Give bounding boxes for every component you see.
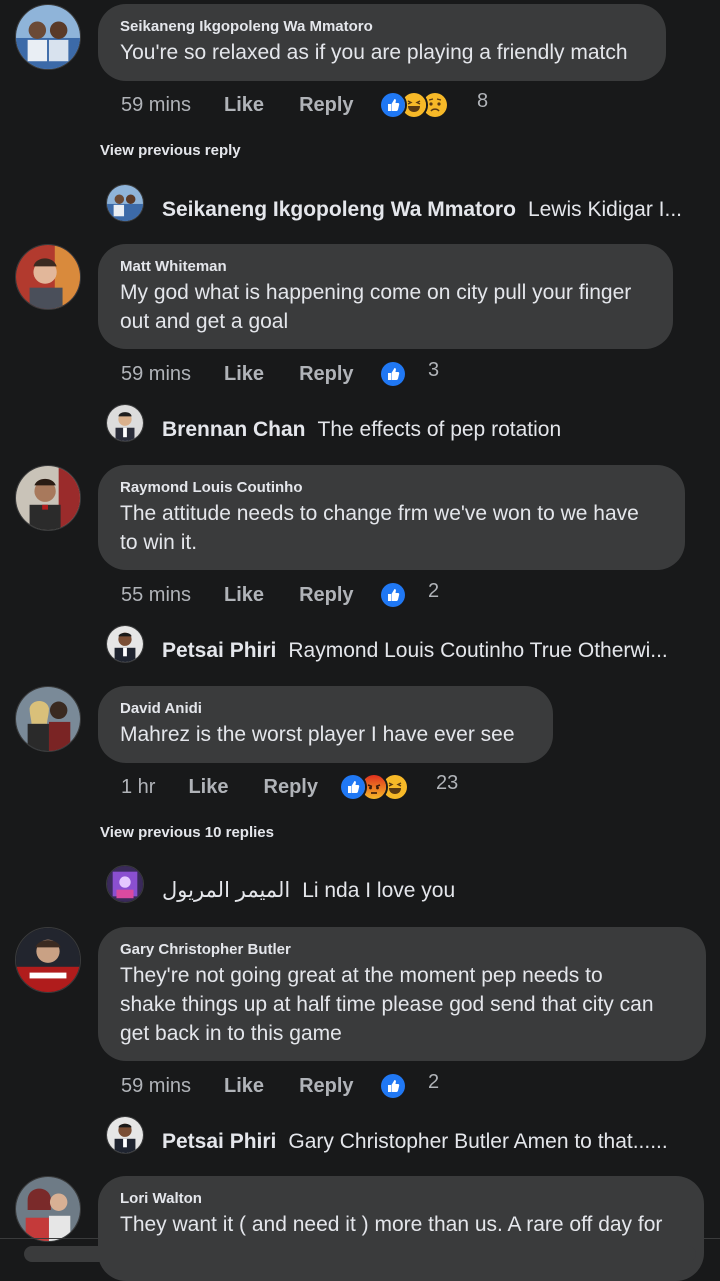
reply-author[interactable]: Seikaneng Ikgopoleng Wa Mmatoro: [162, 198, 516, 221]
comment-time[interactable]: 1 hr: [121, 776, 155, 799]
avatar[interactable]: [106, 404, 144, 442]
comment-text: My god what is happening come on city pu…: [120, 281, 632, 304]
comment-author[interactable]: Matt Whiteman: [120, 257, 651, 277]
reply-button[interactable]: Reply: [299, 584, 353, 607]
comment-text: They're not going great at the moment pe…: [120, 964, 603, 987]
comment-composer[interactable]: [24, 1246, 696, 1262]
reply-item: Brennan Chan The effects of pep rotation: [162, 415, 687, 445]
reply-author[interactable]: Brennan Chan: [162, 418, 306, 441]
like-reaction-icon: [379, 360, 407, 388]
comment-author[interactable]: Raymond Louis Coutinho: [120, 478, 663, 498]
comment-time[interactable]: 55 mins: [121, 584, 191, 607]
like-button[interactable]: Like: [224, 363, 264, 386]
reactions[interactable]: [379, 1072, 407, 1100]
comment-text: shake things up at half time please god …: [120, 993, 654, 1016]
comment-bubble: Lori Walton They want it ( and need it )…: [98, 1176, 704, 1281]
reply-button[interactable]: Reply: [299, 363, 353, 386]
reply-text: Raymond Louis Coutinho True Otherwi...: [288, 639, 668, 662]
reply-author[interactable]: Petsai Phiri: [162, 1130, 276, 1153]
reaction-count[interactable]: 8: [477, 90, 488, 113]
reactions[interactable]: [379, 581, 407, 609]
reply-author[interactable]: الميمر المريول: [162, 879, 290, 902]
avatar[interactable]: [106, 625, 144, 663]
like-button[interactable]: Like: [188, 776, 228, 799]
reply-item: Petsai Phiri Raymond Louis Coutinho True …: [162, 636, 682, 666]
composer-divider: [0, 1238, 720, 1239]
comment-time[interactable]: 59 mins: [121, 363, 191, 386]
comment-text: to win it.: [120, 531, 198, 554]
reactions[interactable]: [379, 360, 407, 388]
comment-actions: 1 hr Like Reply: [121, 772, 318, 802]
like-button[interactable]: Like: [224, 584, 264, 607]
comment-bubble: Gary Christopher Butler They're not goin…: [98, 927, 706, 1061]
comment-author[interactable]: Gary Christopher Butler: [120, 940, 684, 960]
like-reaction-icon: [339, 773, 367, 801]
comment-bubble: Matt Whiteman My god what is happening c…: [98, 244, 673, 349]
reaction-count[interactable]: 2: [428, 580, 439, 603]
avatar[interactable]: [106, 1116, 144, 1154]
avatar[interactable]: [15, 244, 81, 310]
reply-item: Petsai Phiri Gary Christopher Butler Amen…: [162, 1127, 687, 1157]
like-reaction-icon: [379, 91, 407, 119]
reaction-count[interactable]: 2: [428, 1071, 439, 1094]
avatar[interactable]: [15, 686, 81, 752]
reactions[interactable]: [339, 773, 409, 801]
comment-text: get back in to this game: [120, 1022, 342, 1045]
comment-actions: 59 mins Like Reply: [121, 90, 354, 120]
like-button[interactable]: Like: [224, 94, 264, 117]
comment-bubble: David Anidi Mahrez is the worst player I…: [98, 686, 553, 763]
comment-bubble: Seikaneng Ikgopoleng Wa Mmatoro You're s…: [98, 4, 666, 81]
comment-actions: 59 mins Like Reply: [121, 1071, 354, 1101]
comment-text: They want it ( and need it ) more than u…: [120, 1213, 663, 1236]
reply-button[interactable]: Reply: [264, 776, 318, 799]
like-reaction-icon: [379, 581, 407, 609]
reply-text: The effects of pep rotation: [317, 418, 562, 441]
reply-text: Li nda I love you: [302, 879, 456, 902]
comment-text: Mahrez is the worst player I have ever s…: [120, 723, 515, 746]
comment-author[interactable]: Lori Walton: [120, 1189, 682, 1209]
avatar[interactable]: [15, 4, 81, 70]
reaction-count[interactable]: 3: [428, 359, 439, 382]
comment-time[interactable]: 59 mins: [121, 1075, 191, 1098]
reaction-count[interactable]: 23: [436, 772, 458, 795]
reply-button[interactable]: Reply: [299, 94, 353, 117]
reply-text: Gary Christopher Butler Amen to that....…: [288, 1130, 668, 1153]
view-previous-replies-link[interactable]: View previous 10 replies: [100, 824, 274, 841]
avatar[interactable]: [106, 184, 144, 222]
avatar[interactable]: [106, 865, 144, 903]
view-previous-reply-link[interactable]: View previous reply: [100, 142, 241, 159]
reply-item: Seikaneng Ikgopoleng Wa Mmatoro Lewis Kid…: [162, 195, 687, 225]
like-reaction-icon: [379, 1072, 407, 1100]
comment-text: The attitude needs to change frm we've w…: [120, 502, 639, 525]
comment-time[interactable]: 59 mins: [121, 94, 191, 117]
comment-author[interactable]: David Anidi: [120, 699, 531, 719]
reply-button[interactable]: Reply: [299, 1075, 353, 1098]
comment-text: You're so relaxed as if you are playing …: [120, 41, 628, 64]
avatar[interactable]: [15, 927, 81, 993]
reply-text: Lewis Kidigar I...: [527, 198, 683, 221]
comment-text: out and get a goal: [120, 310, 289, 333]
avatar[interactable]: [15, 465, 81, 531]
comment-bubble: Raymond Louis Coutinho The attitude need…: [98, 465, 685, 570]
comment-author[interactable]: Seikaneng Ikgopoleng Wa Mmatoro: [120, 17, 644, 37]
avatar[interactable]: [15, 1176, 81, 1242]
reply-item: الميمر المريول Li nda I love you: [162, 876, 687, 906]
comment-actions: 59 mins Like Reply: [121, 359, 354, 389]
reply-author[interactable]: Petsai Phiri: [162, 639, 276, 662]
like-button[interactable]: Like: [224, 1075, 264, 1098]
comment-actions: 55 mins Like Reply: [121, 580, 354, 610]
reactions[interactable]: [379, 91, 449, 119]
